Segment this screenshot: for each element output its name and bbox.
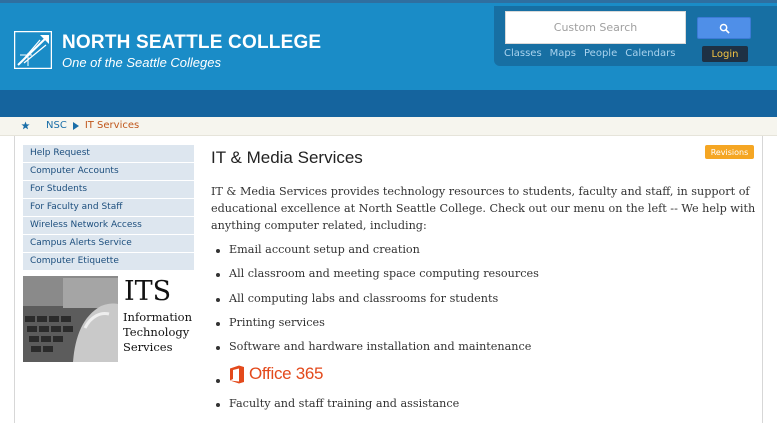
revisions-button[interactable]: Revisions <box>705 145 754 159</box>
sidebar-item-campus-alerts[interactable]: Campus Alerts Service <box>23 235 194 252</box>
sidebar-menu: Help Request Computer Accounts For Stude… <box>23 145 194 271</box>
its-subtitle: Information Technology Services <box>123 310 192 355</box>
its-line-1: Information <box>123 310 193 324</box>
quick-link-classes[interactable]: Classes <box>504 48 542 59</box>
its-banner: ITS Information Technology Services <box>23 276 195 362</box>
list-item: Printing services <box>216 316 756 340</box>
services-list: Email account setup and creation All cla… <box>216 243 756 422</box>
list-item: Email account setup and creation <box>216 243 756 267</box>
quick-link-maps[interactable]: Maps <box>550 48 576 59</box>
college-name: NORTH SEATTLE COLLEGE <box>62 32 322 53</box>
college-logo-icon <box>14 31 52 69</box>
list-item: All classroom and meeting space computin… <box>216 267 756 291</box>
office365-text: Office 365 <box>249 364 324 384</box>
college-logo[interactable]: NORTH SEATTLE COLLEGE One of the Seattle… <box>14 28 321 76</box>
sidebar-item-help-request[interactable]: Help Request <box>23 145 194 162</box>
office-icon <box>230 365 244 384</box>
breadcrumb: NSC IT Services <box>21 120 139 131</box>
search-icon <box>719 23 730 34</box>
search-panel: Classes Maps People Calendars Login <box>494 6 777 66</box>
college-tagline: One of the Seattle Colleges <box>62 55 221 70</box>
keyboard-photo <box>23 276 118 362</box>
content-left-border <box>14 136 15 423</box>
content-right-border <box>762 136 763 423</box>
sidebar-item-computer-accounts[interactable]: Computer Accounts <box>23 163 194 180</box>
breadcrumb-arrow-icon <box>72 121 79 130</box>
list-item: Software and hardware installation and m… <box>216 340 756 364</box>
search-button[interactable] <box>697 17 751 39</box>
office365-logo[interactable]: Office 365 <box>229 364 323 384</box>
its-heading: ITS <box>124 276 172 307</box>
sidebar-item-for-students[interactable]: For Students <box>23 181 194 198</box>
breadcrumb-bar: NSC IT Services <box>0 117 777 136</box>
sidebar-item-wireless-network[interactable]: Wireless Network Access <box>23 217 194 234</box>
search-input[interactable] <box>505 11 686 44</box>
intro-paragraph: IT & Media Services provides technology … <box>211 185 756 232</box>
breadcrumb-link-nsc[interactable]: NSC <box>46 120 67 131</box>
list-item: All computing labs and classrooms for st… <box>216 292 756 316</box>
site-header: NORTH SEATTLE COLLEGE One of the Seattle… <box>0 3 777 90</box>
its-line-2: Technology <box>123 325 190 339</box>
quick-links: Classes Maps People Calendars <box>504 48 675 59</box>
sidebar-item-computer-etiquette[interactable]: Computer Etiquette <box>23 253 194 270</box>
list-item-office365: Office 365 <box>216 364 756 397</box>
page-title: IT & Media Services <box>211 148 363 167</box>
quick-link-people[interactable]: People <box>584 48 617 59</box>
breadcrumb-current: IT Services <box>84 120 140 131</box>
sidebar-item-for-faculty-staff[interactable]: For Faculty and Staff <box>23 199 194 216</box>
login-button[interactable]: Login <box>702 46 748 62</box>
quick-link-calendars[interactable]: Calendars <box>625 48 675 59</box>
its-line-3: Services <box>123 340 173 354</box>
main-nav-bar <box>0 90 777 117</box>
star-icon[interactable] <box>21 121 30 130</box>
list-item: Faculty and staff training and assistanc… <box>216 397 756 421</box>
